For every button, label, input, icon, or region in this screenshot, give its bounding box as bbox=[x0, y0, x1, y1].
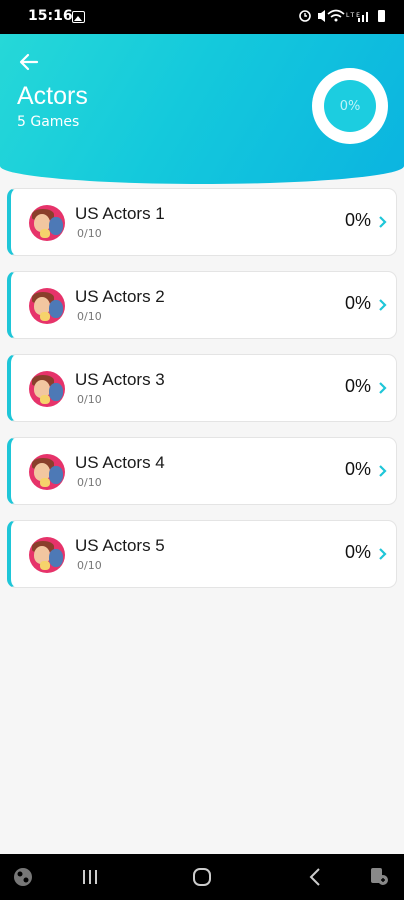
game-item-2[interactable]: US Actors 2 0/10 0% bbox=[7, 271, 397, 339]
chevron-right-icon bbox=[379, 548, 387, 560]
status-bar: 15:16 LTE bbox=[0, 0, 404, 34]
actors-avatar-icon bbox=[29, 288, 65, 324]
actors-avatar-icon bbox=[29, 371, 65, 407]
game-progress: 0/10 bbox=[77, 476, 102, 489]
status-icons: LTE bbox=[298, 8, 390, 27]
game-title: US Actors 4 bbox=[75, 453, 165, 472]
back-icon[interactable] bbox=[304, 866, 328, 888]
game-percent: 0% bbox=[344, 293, 371, 313]
game-percent: 0% bbox=[344, 459, 371, 479]
accessibility-icon[interactable] bbox=[368, 866, 392, 888]
back-arrow-icon[interactable] bbox=[17, 50, 41, 74]
recents-icon[interactable] bbox=[78, 866, 102, 888]
game-progress: 0/10 bbox=[77, 310, 102, 323]
chevron-right-icon bbox=[379, 465, 387, 477]
game-percent: 0% bbox=[344, 542, 371, 562]
game-title: US Actors 5 bbox=[75, 536, 165, 555]
chevron-right-icon bbox=[379, 299, 387, 311]
game-item-4[interactable]: US Actors 4 0/10 0% bbox=[7, 437, 397, 505]
app-icon[interactable] bbox=[12, 866, 36, 888]
svg-text:LTE: LTE bbox=[346, 12, 362, 19]
game-item-5[interactable]: US Actors 5 0/10 0% bbox=[7, 520, 397, 588]
actors-avatar-icon bbox=[29, 454, 65, 490]
game-title: US Actors 2 bbox=[75, 287, 165, 306]
overall-progress-value: 0% bbox=[324, 80, 376, 132]
game-item-3[interactable]: US Actors 3 0/10 0% bbox=[7, 354, 397, 422]
game-title: US Actors 1 bbox=[75, 204, 165, 223]
game-title: US Actors 3 bbox=[75, 370, 165, 389]
system-nav-bar bbox=[0, 854, 404, 900]
system-status-icons: LTE bbox=[299, 9, 385, 22]
actors-avatar-icon bbox=[29, 537, 65, 573]
header: Actors 5 Games 0% bbox=[0, 34, 404, 184]
overall-progress-ring: 0% bbox=[312, 68, 388, 144]
game-progress: 0/10 bbox=[77, 227, 102, 240]
game-percent: 0% bbox=[344, 210, 371, 230]
status-time: 15:16 bbox=[28, 8, 73, 24]
home-icon[interactable] bbox=[190, 866, 214, 888]
actors-avatar-icon bbox=[29, 205, 65, 241]
game-progress: 0/10 bbox=[77, 393, 102, 406]
gallery-notification-icon bbox=[72, 11, 85, 23]
games-count: 5 Games bbox=[17, 114, 80, 130]
page-title: Actors bbox=[17, 82, 88, 110]
game-item-1[interactable]: US Actors 1 0/10 0% bbox=[7, 188, 397, 256]
chevron-right-icon bbox=[379, 382, 387, 394]
game-progress: 0/10 bbox=[77, 559, 102, 572]
game-percent: 0% bbox=[344, 376, 371, 396]
chevron-right-icon bbox=[379, 216, 387, 228]
